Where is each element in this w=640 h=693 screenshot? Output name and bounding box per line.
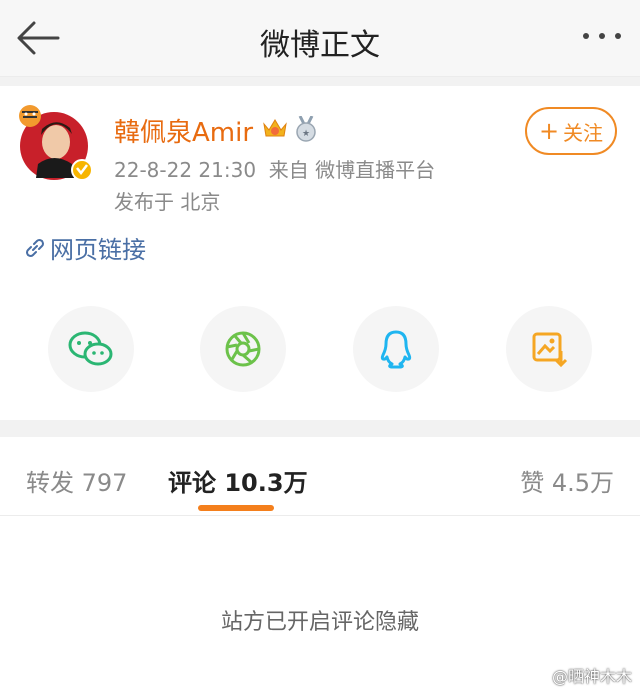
more-options-icon[interactable]: [580, 26, 624, 46]
interaction-tabs: 转发 797 评论 10.3万 赞 4.5万: [0, 437, 640, 516]
divider: [0, 77, 640, 86]
vip-crown-icon[interactable]: [262, 116, 288, 140]
share-qq-button[interactable]: [353, 306, 439, 392]
follow-button[interactable]: + 关注: [525, 107, 617, 155]
follow-label: 关注: [563, 120, 604, 145]
active-tab-indicator: [198, 505, 274, 511]
tiger-decoration-icon: [19, 105, 41, 127]
moments-icon: [225, 331, 261, 367]
username[interactable]: 韓佩泉Amir: [114, 112, 253, 149]
divider: [0, 420, 640, 437]
web-link[interactable]: 网页链接: [24, 230, 146, 265]
medal-badge-icon[interactable]: ★: [294, 115, 318, 142]
watermark: @晒神木木: [551, 667, 632, 686]
share-moments-button[interactable]: [200, 306, 286, 392]
top-nav-bar: 微博正文: [0, 0, 640, 77]
post-location: 发布于 北京: [114, 190, 221, 214]
post-time: 22-8-22 21:30: [114, 158, 257, 182]
post-source[interactable]: 来自 微博直播平台: [269, 158, 435, 182]
share-wechat-button[interactable]: [48, 306, 134, 392]
plus-icon: +: [538, 117, 560, 145]
page-title: 微博正文: [260, 28, 380, 63]
link-icon: [26, 238, 44, 257]
avatar[interactable]: [16, 102, 93, 182]
save-image-button[interactable]: [506, 306, 592, 392]
tab-likes[interactable]: 赞 4.5万: [520, 463, 614, 498]
wechat-icon: [68, 331, 113, 366]
save-image-icon: [532, 332, 568, 368]
svg-text:★: ★: [302, 129, 310, 139]
qq-icon: [380, 330, 412, 369]
comments-hidden-notice: 站方已开启评论隐藏: [220, 610, 419, 635]
tab-repost[interactable]: 转发 797: [26, 463, 127, 498]
tab-comments[interactable]: 评论 10.3万: [168, 463, 308, 498]
post-meta-line: 22-8-22 21:30 来自 微博直播平台: [114, 154, 435, 183]
web-link-label: 网页链接: [50, 236, 146, 264]
